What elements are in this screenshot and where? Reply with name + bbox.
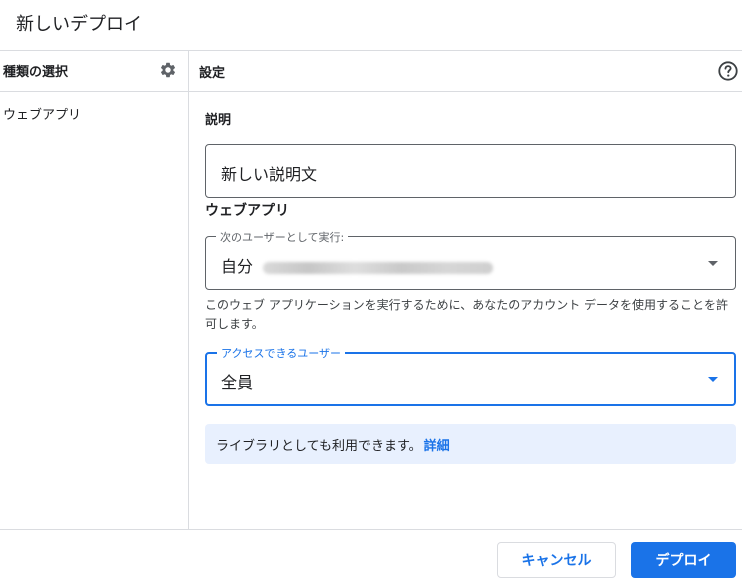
- panel-divider: [188, 50, 189, 529]
- help-circle-icon[interactable]: [717, 60, 739, 82]
- description-label: 説明: [205, 113, 232, 128]
- execute-as-helper-text: このウェブ アプリケーションを実行するために、あなたのアカウント データを使用す…: [205, 298, 729, 331]
- divider: [0, 50, 742, 51]
- execute-as-label: 次のユーザーとして実行:: [216, 229, 349, 245]
- redacted-email: [263, 261, 494, 274]
- description-field[interactable]: 新しい説明文: [205, 144, 736, 198]
- execute-as-select[interactable]: 次のユーザーとして実行: 自分: [205, 229, 736, 290]
- description-input[interactable]: 新しい説明文: [221, 161, 317, 185]
- divider: [0, 91, 188, 92]
- chevron-down-icon[interactable]: [708, 261, 718, 266]
- library-info-box: ライブラリとしても利用できます。 詳細: [205, 424, 736, 464]
- access-value: 全員: [221, 373, 254, 392]
- footer-divider: [0, 529, 742, 530]
- execute-as-value: 自分: [221, 257, 254, 276]
- chevron-down-icon[interactable]: [708, 377, 718, 382]
- type-selection-header: 種類の選択: [3, 65, 69, 80]
- gear-icon[interactable]: [159, 61, 177, 79]
- access-select[interactable]: アクセスできるユーザー 全員: [205, 345, 736, 406]
- access-label: アクセスできるユーザー: [217, 345, 346, 361]
- dialog-title: 新しいデプロイ: [16, 14, 142, 35]
- library-info-text: ライブラリとしても利用できます。: [216, 439, 422, 454]
- web-app-section-label: ウェブアプリ: [205, 203, 289, 219]
- deploy-button[interactable]: デプロイ: [631, 542, 736, 578]
- cancel-button[interactable]: キャンセル: [497, 542, 616, 578]
- learn-more-link[interactable]: 詳細: [424, 439, 450, 454]
- divider: [189, 91, 742, 92]
- type-item-web-app[interactable]: ウェブアプリ: [3, 104, 81, 123]
- settings-header: 設定: [199, 66, 226, 81]
